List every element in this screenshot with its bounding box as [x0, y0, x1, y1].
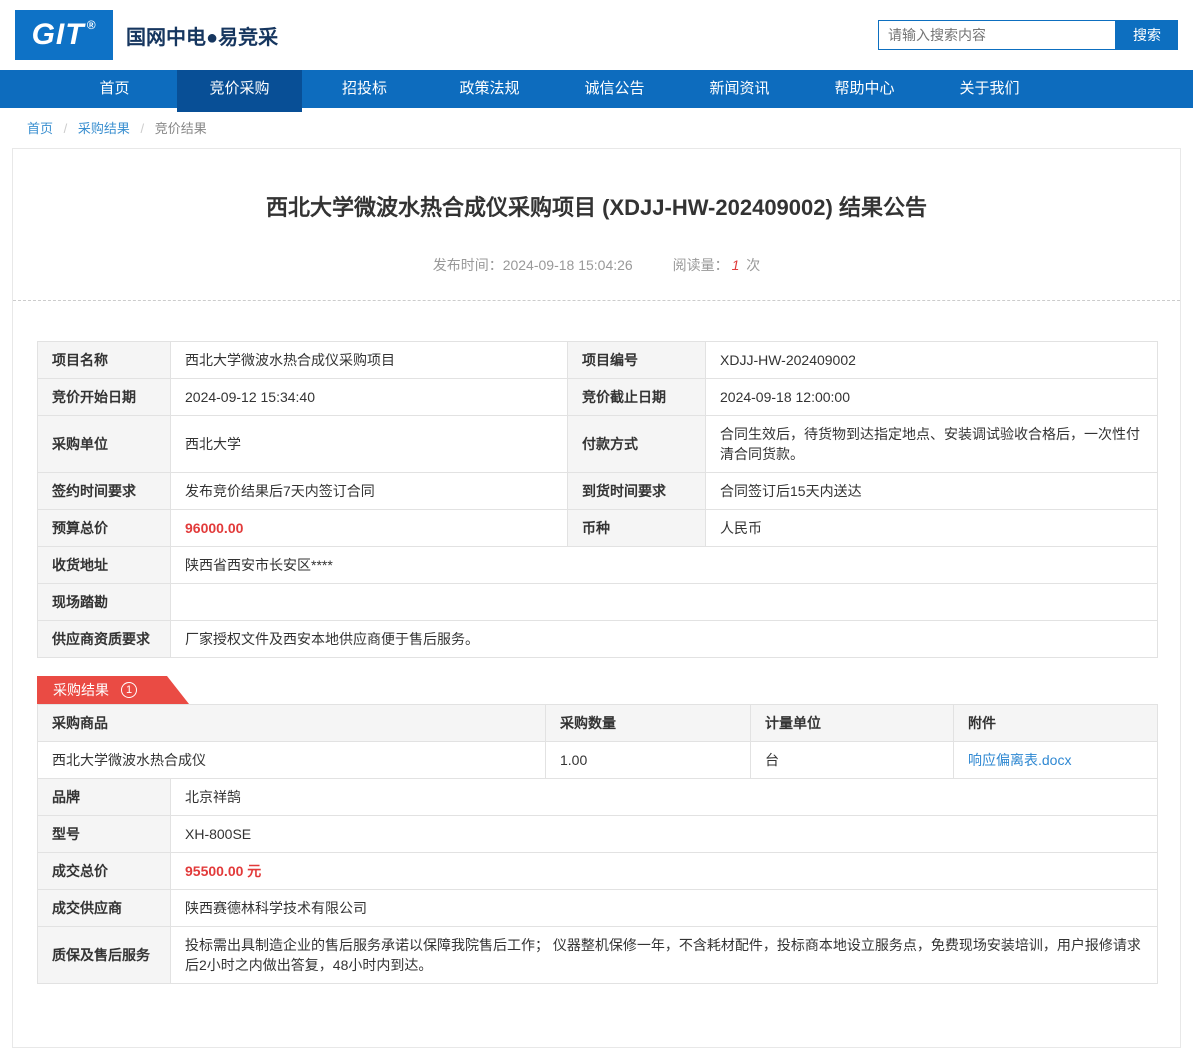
- article-content: 项目名称 西北大学微波水热合成仪采购项目 项目编号 XDJJ-HW-202409…: [13, 301, 1180, 984]
- info-value: 西北大学: [170, 415, 568, 473]
- nav-item-help-center[interactable]: 帮助中心: [802, 70, 927, 108]
- column-header-product: 采购商品: [37, 704, 546, 742]
- result-badge-label: 采购结果: [53, 682, 109, 698]
- info-value: 发布竞价结果后7天内签订合同: [170, 472, 568, 510]
- nav-item-home[interactable]: 首页: [52, 70, 177, 108]
- result-items-table: 采购商品 采购数量 计量单位 附件 西北大学微波水热合成仪 1.00 台 响应偏…: [37, 704, 1158, 779]
- product-name: 西北大学微波水热合成仪: [37, 741, 546, 779]
- table-row: 成交总价 95500.00 元: [37, 852, 1158, 890]
- page-title: 西北大学微波水热合成仪采购项目 (XDJJ-HW-202409002) 结果公告: [266, 195, 927, 220]
- info-value: 陕西省西安市长安区****: [170, 546, 1158, 584]
- announcement-card: 西北大学微波水热合成仪采购项目 (XDJJ-HW-202409002) 结果公告…: [12, 148, 1181, 1048]
- detail-label: 质保及售后服务: [37, 926, 171, 984]
- breadcrumb-home-link[interactable]: 首页: [27, 121, 53, 136]
- table-row: 采购单位 西北大学 付款方式 合同生效后，待货物到达指定地点、安装调试验收合格后…: [37, 415, 1158, 473]
- table-row: 项目名称 西北大学微波水热合成仪采购项目 项目编号 XDJJ-HW-202409…: [37, 341, 1158, 379]
- table-row: 现场踏勘: [37, 583, 1158, 621]
- info-value: 合同生效后，待货物到达指定地点、安装调试验收合格后，一次性付清合同货款。: [705, 415, 1158, 473]
- table-row: 西北大学微波水热合成仪 1.00 台 响应偏离表.docx: [37, 741, 1158, 779]
- view-count: 阅读量： 1 次: [672, 257, 761, 273]
- info-label: 付款方式: [567, 415, 706, 473]
- detail-value: 投标需出具制造企业的售后服务承诺以保障我院售后工作； 仪器整机保修一年，不含耗材…: [170, 926, 1158, 984]
- nav-item-policies[interactable]: 政策法规: [427, 70, 552, 108]
- logo-text: GIT: [31, 18, 85, 51]
- info-value: 2024-09-18 12:00:00: [705, 378, 1158, 416]
- table-row: 品牌 北京祥鹄: [37, 778, 1158, 816]
- detail-label: 成交供应商: [37, 889, 171, 927]
- breadcrumb-procurement-results-link[interactable]: 采购结果: [78, 121, 130, 136]
- procurement-result-badge: 采购结果 1: [37, 676, 189, 704]
- main-nav: 首页 竞价采购 招投标 政策法规 诚信公告 新闻资讯 帮助中心 关于我们: [0, 70, 1193, 112]
- git-logo[interactable]: GIT ®: [15, 10, 113, 60]
- info-value: 人民币: [705, 509, 1158, 547]
- nav-item-bidding-procurement[interactable]: 竞价采购: [177, 70, 302, 112]
- info-value: [170, 583, 1158, 621]
- deal-total-price: 95500.00 元: [170, 852, 1158, 890]
- result-count-circle: 1: [121, 682, 137, 698]
- attachment-link[interactable]: 响应偏离表.docx: [968, 752, 1071, 768]
- detail-value: XH-800SE: [170, 815, 1158, 853]
- info-label: 供应商资质要求: [37, 620, 171, 658]
- info-label: 现场踏勘: [37, 583, 171, 621]
- info-label: 采购单位: [37, 415, 171, 473]
- column-header-quantity: 采购数量: [545, 704, 751, 742]
- info-label: 预算总价: [37, 509, 171, 547]
- product-unit: 台: [750, 741, 954, 779]
- table-row: 收货地址 陕西省西安市长安区****: [37, 546, 1158, 584]
- nav-item-tendering[interactable]: 招投标: [302, 70, 427, 108]
- info-value: 西北大学微波水热合成仪采购项目: [170, 341, 568, 379]
- registered-mark-icon: ®: [86, 18, 97, 32]
- table-row: 供应商资质要求 厂家授权文件及西安本地供应商便于售后服务。: [37, 620, 1158, 658]
- detail-label: 型号: [37, 815, 171, 853]
- info-label: 项目编号: [567, 341, 706, 379]
- detail-value: 陕西赛德林科学技术有限公司: [170, 889, 1158, 927]
- search-input[interactable]: [878, 20, 1116, 50]
- nav-item-news[interactable]: 新闻资讯: [677, 70, 802, 108]
- table-row: 签约时间要求 发布竞价结果后7天内签订合同 到货时间要求 合同签订后15天内送达: [37, 472, 1158, 510]
- budget-total-price: 96000.00: [170, 509, 568, 547]
- view-count-number: 1: [731, 257, 740, 273]
- search-area: 搜索: [878, 20, 1178, 50]
- project-info-table: 项目名称 西北大学微波水热合成仪采购项目 项目编号 XDJJ-HW-202409…: [37, 341, 1158, 658]
- nav-item-about-us[interactable]: 关于我们: [927, 70, 1052, 108]
- info-label: 竞价开始日期: [37, 378, 171, 416]
- product-quantity: 1.00: [545, 741, 751, 779]
- result-details-table: 品牌 北京祥鹄 型号 XH-800SE 成交总价 95500.00 元 成交供应…: [37, 778, 1158, 984]
- table-row: 预算总价 96000.00 币种 人民币: [37, 509, 1158, 547]
- table-row: 型号 XH-800SE: [37, 815, 1158, 853]
- site-brand-title: 国网中电●易竞采: [126, 26, 279, 49]
- breadcrumb-current-page: 竞价结果: [154, 121, 207, 136]
- detail-value: 北京祥鹄: [170, 778, 1158, 816]
- table-row: 成交供应商 陕西赛德林科学技术有限公司: [37, 889, 1158, 927]
- top-header: GIT® 国网中电●易竞采 搜索: [0, 0, 1193, 70]
- info-value: XDJJ-HW-202409002: [705, 341, 1158, 379]
- table-header-row: 采购商品 采购数量 计量单位 附件: [37, 704, 1158, 742]
- column-header-unit: 计量单位: [750, 704, 954, 742]
- detail-label: 成交总价: [37, 852, 171, 890]
- publish-time: 发布时间：2024-09-18 15:04:26: [432, 257, 633, 273]
- detail-label: 品牌: [37, 778, 171, 816]
- breadcrumb-separator: /: [63, 121, 68, 136]
- table-row: 竞价开始日期 2024-09-12 15:34:40 竞价截止日期 2024-0…: [37, 378, 1158, 416]
- table-row: 质保及售后服务 投标需出具制造企业的售后服务承诺以保障我院售后工作； 仪器整机保…: [37, 926, 1158, 984]
- info-value: 2024-09-12 15:34:40: [170, 378, 568, 416]
- nav-item-integrity-notices[interactable]: 诚信公告: [552, 70, 677, 108]
- info-label: 签约时间要求: [37, 472, 171, 510]
- info-label: 竞价截止日期: [567, 378, 706, 416]
- breadcrumb: 首页 / 采购结果 / 竞价结果: [0, 108, 1193, 143]
- article-meta: 发布时间：2024-09-18 15:04:26 阅读量： 1 次: [13, 255, 1180, 275]
- info-value: 厂家授权文件及西安本地供应商便于售后服务。: [170, 620, 1158, 658]
- breadcrumb-separator: /: [140, 121, 145, 136]
- info-label: 到货时间要求: [567, 472, 706, 510]
- info-value: 合同签订后15天内送达: [705, 472, 1158, 510]
- info-label: 币种: [567, 509, 706, 547]
- search-button[interactable]: 搜索: [1116, 20, 1178, 50]
- column-header-attachment: 附件: [953, 704, 1158, 742]
- info-label: 收货地址: [37, 546, 171, 584]
- info-label: 项目名称: [37, 341, 171, 379]
